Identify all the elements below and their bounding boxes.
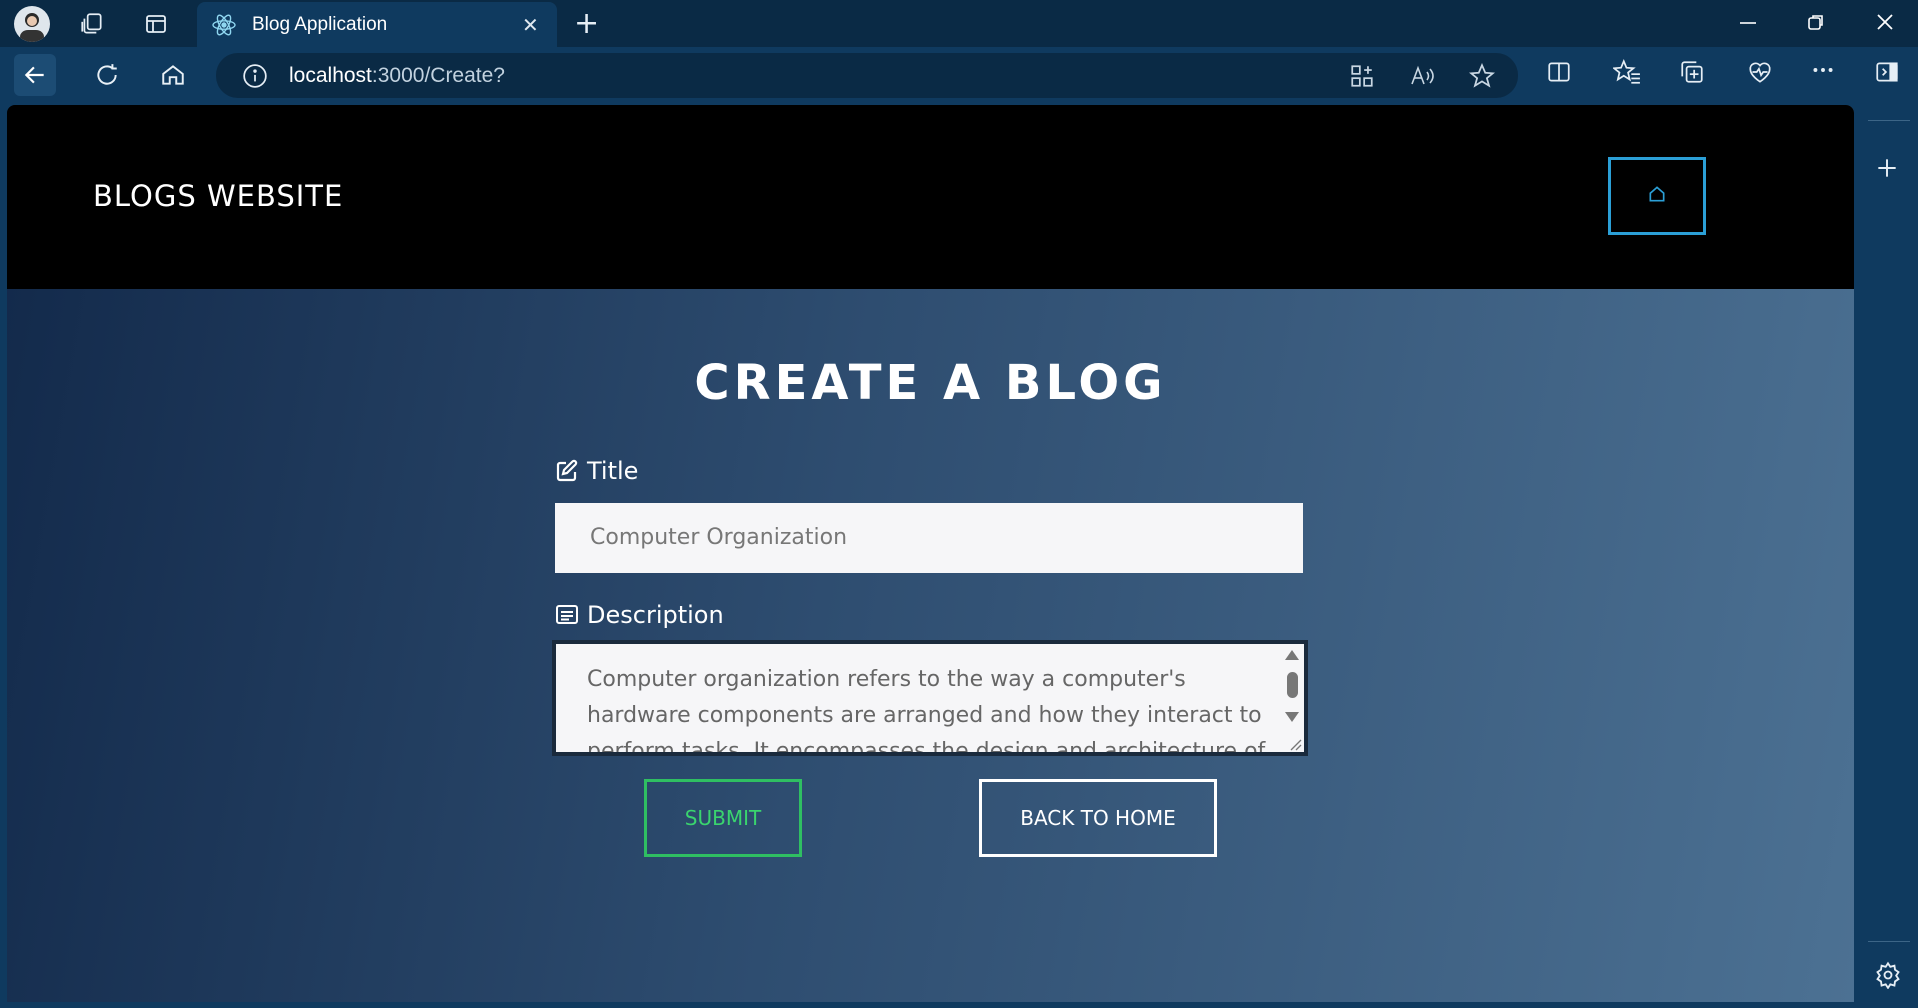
home-browser-icon[interactable] — [152, 54, 194, 96]
page-viewport: BLOGS WEBSITE CREATE A BLOG Title Comput… — [7, 105, 1854, 1002]
description-label-text: Description — [587, 601, 724, 629]
split-screen-icon[interactable] — [1546, 59, 1572, 89]
favorite-star-icon[interactable] — [1468, 62, 1496, 93]
tab-blog-application[interactable]: Blog Application ✕ — [197, 2, 557, 47]
title-label-text: Title — [587, 457, 639, 485]
description-scrollbar[interactable] — [1284, 648, 1300, 748]
workspaces-icon[interactable] — [76, 8, 108, 40]
description-icon — [555, 604, 579, 626]
resize-handle-icon[interactable] — [1288, 736, 1302, 751]
address-bar[interactable]: localhost:3000/Create? — [216, 53, 1518, 98]
more-options-icon[interactable] — [1810, 57, 1836, 87]
browser-titlebar: Blog Application ✕ + — [0, 0, 1918, 47]
sidebar-divider — [1868, 120, 1910, 121]
title-label: Title — [555, 457, 638, 485]
site-brand[interactable]: BLOGS WEBSITE — [93, 179, 343, 213]
sidebar-divider — [1868, 941, 1910, 942]
new-tab-button[interactable]: + — [574, 6, 599, 41]
favorites-icon[interactable] — [1611, 58, 1641, 89]
submit-button[interactable]: SUBMIT — [644, 779, 802, 857]
collections-icon[interactable] — [1679, 59, 1705, 89]
close-window-icon[interactable] — [1874, 11, 1896, 38]
scroll-up-arrow-icon[interactable] — [1285, 650, 1299, 660]
tab-actions-icon[interactable] — [140, 8, 172, 40]
back-button[interactable] — [14, 54, 56, 96]
tab-close-icon[interactable]: ✕ — [522, 13, 539, 37]
scroll-thumb[interactable] — [1287, 672, 1298, 698]
add-sidebar-app-icon[interactable] — [1874, 155, 1900, 185]
app-available-icon[interactable] — [1349, 63, 1375, 93]
minimize-icon[interactable] — [1738, 6, 1758, 41]
tab-title: Blog Application — [252, 14, 388, 35]
home-icon — [1647, 184, 1667, 208]
browser-sidebar — [1854, 105, 1918, 1008]
read-aloud-icon[interactable] — [1409, 63, 1437, 93]
react-icon — [211, 12, 237, 42]
url-text[interactable]: localhost:3000/Create? — [289, 64, 505, 88]
description-textarea[interactable]: Computer organization refers to the way … — [552, 640, 1308, 756]
refresh-icon[interactable] — [86, 54, 128, 96]
site-header: BLOGS WEBSITE — [7, 105, 1854, 289]
profile-avatar[interactable] — [14, 6, 50, 42]
description-text: Computer organization refers to the way … — [587, 667, 1266, 752]
url-path: :3000/Create? — [371, 64, 505, 87]
back-to-home-button[interactable]: BACK TO HOME — [979, 779, 1217, 857]
url-host: localhost — [289, 64, 372, 87]
title-input[interactable]: Computer Organization — [555, 503, 1303, 573]
home-button[interactable] — [1608, 157, 1706, 235]
sidebar-toggle-icon[interactable] — [1874, 59, 1900, 89]
settings-gear-icon[interactable] — [1874, 961, 1902, 993]
browser-toolbar: localhost:3000/Create? — [0, 47, 1918, 105]
description-label: Description — [555, 601, 724, 629]
restore-icon[interactable] — [1806, 12, 1826, 37]
browser-essentials-icon[interactable] — [1746, 59, 1774, 89]
page-title: CREATE A BLOG — [694, 355, 1167, 411]
edit-icon — [555, 459, 579, 483]
site-info-icon[interactable] — [242, 63, 268, 93]
scroll-down-arrow-icon[interactable] — [1285, 712, 1299, 722]
